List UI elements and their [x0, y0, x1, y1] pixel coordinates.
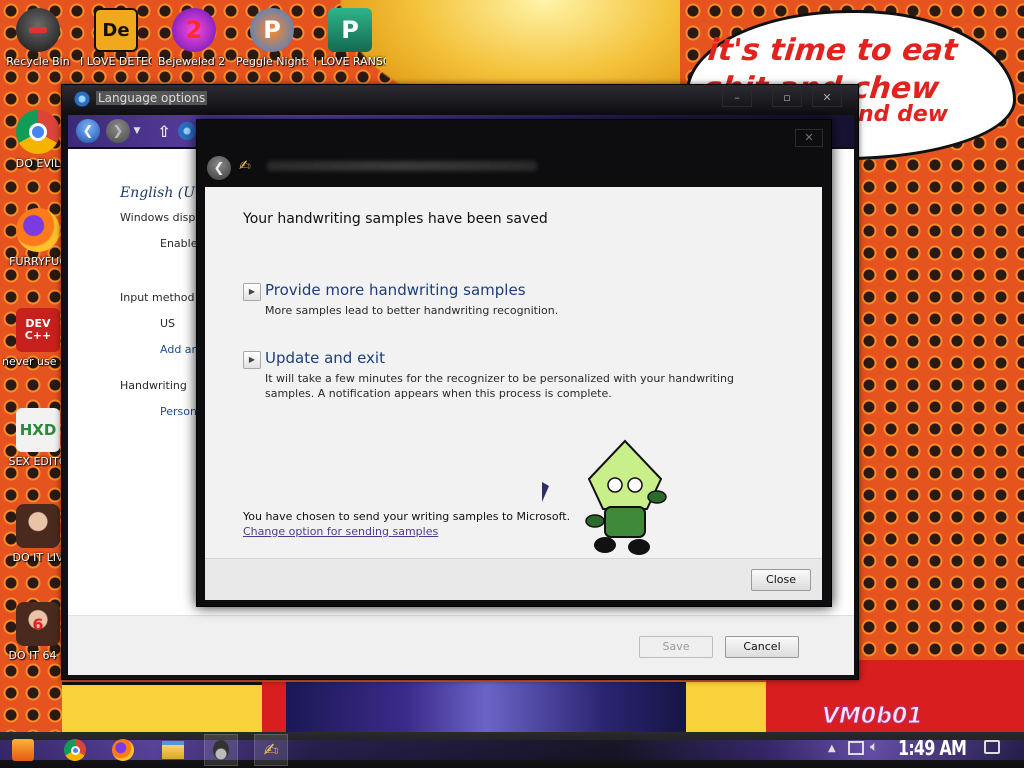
sticker-eye-right — [627, 477, 643, 493]
option-description: It will take a few minutes for the recog… — [265, 372, 734, 400]
bejeweled-icon: 2 — [172, 8, 216, 52]
clock[interactable]: 1:49 AM — [898, 736, 967, 760]
taskbar: ✍ ▲ 🔈︎ 1:49 AM — [0, 732, 1024, 768]
dialog-close-button[interactable]: ✕ — [795, 129, 823, 147]
back-arrow-icon[interactable]: ❮ — [207, 156, 231, 180]
detective-game-icon: De — [94, 8, 138, 52]
chrome-icon — [16, 110, 60, 154]
desktop-icon-label: I LOVE DETECTING — [80, 55, 152, 68]
recycle-bin-icon — [16, 8, 60, 52]
windows-display-label: Windows displ — [120, 211, 199, 224]
play-arrow-icon[interactable]: ▶ — [243, 283, 261, 301]
send-samples-text: You have chosen to send your writing sam… — [243, 510, 571, 523]
start-icon[interactable] — [6, 734, 40, 766]
network-icon[interactable] — [848, 741, 864, 755]
firefox-icon — [16, 208, 60, 252]
dialog-heading: Your handwriting samples have been saved — [243, 211, 548, 227]
desktop-icon-label: Recycle Bin — [6, 55, 70, 68]
wallpaper-blue-scene — [286, 682, 686, 732]
minimize-button[interactable]: – — [722, 89, 752, 107]
sticker-foot-left — [594, 537, 616, 553]
window-footer: Save Cancel — [68, 615, 854, 675]
peridot-sticker — [585, 439, 667, 555]
wallpaper-red-strip — [262, 682, 286, 732]
explorer-icon[interactable] — [156, 734, 190, 766]
handwriting-dialog: ✕ ❮ ✍ Your handwriting samples have been… — [196, 119, 832, 607]
input-method-value: US — [160, 317, 176, 330]
devcpp-icon: DEV C++ — [16, 308, 60, 352]
close-button[interactable]: ✕ — [812, 89, 842, 107]
desktop-icon-label: Bejeweled 2 Deluxe — [158, 55, 230, 68]
language-app-icon — [74, 91, 90, 107]
dialog-content: Your handwriting samples have been saved… — [205, 187, 822, 558]
desktop-icon-bejeweled[interactable]: 2 Bejeweled 2 Deluxe — [158, 8, 230, 68]
personalize-handwriting-link[interactable]: Person — [160, 405, 197, 418]
desktop-icon-label: I LOVE RANSOMWARE — [314, 55, 386, 68]
chrome-icon[interactable] — [58, 734, 92, 766]
option-title[interactable]: Provide more handwriting samples — [265, 281, 526, 299]
handwriting-pen-icon: ✍ — [239, 158, 251, 174]
option-description: More samples lead to better handwriting … — [265, 304, 559, 317]
close-button[interactable]: Close — [751, 569, 811, 591]
dialog-footer: Close — [205, 558, 822, 600]
show-hidden-icons-icon[interactable]: ▲ — [828, 743, 836, 754]
change-sending-option-link[interactable]: Change option for sending samples — [243, 525, 438, 538]
desktop-icon-i-love-detecting[interactable]: De I LOVE DETECTING — [80, 8, 152, 68]
sticker-body — [604, 506, 646, 538]
notifications-icon[interactable] — [984, 740, 1000, 754]
wallpaper-yellow-panel — [62, 682, 262, 732]
desktop-icon-label: Peggle Nights Deluxe — [236, 55, 308, 68]
recent-pages-icon[interactable]: ▼ — [130, 119, 144, 143]
hxd-icon: HXD — [16, 408, 60, 452]
sticker-foot-right — [628, 539, 650, 555]
control-panel-icon — [178, 122, 196, 140]
maximize-button[interactable]: ▫ — [772, 89, 802, 107]
language-heading: English (Un — [120, 185, 205, 201]
handwriting-label: Handwriting — [120, 379, 187, 392]
publisher-icon: P — [328, 8, 372, 52]
input-method-label: Input method — [120, 291, 195, 304]
title-bar[interactable]: Language options – ▫ ✕ — [62, 85, 858, 113]
desktop-icon-recycle-bin[interactable]: Recycle Bin — [2, 8, 74, 68]
back-arrow-icon[interactable]: ❮ — [76, 119, 100, 143]
up-arrow-icon[interactable]: ⇧ — [152, 119, 176, 143]
desktop-icon-peggle[interactable]: P Peggle Nights Deluxe — [236, 8, 308, 68]
save-button[interactable]: Save — [639, 636, 713, 658]
wallpaper-watermark: VM0b01 — [822, 704, 924, 730]
handwriting-app-icon[interactable]: ✍ — [254, 734, 288, 766]
blurred-dialog-title — [267, 161, 537, 171]
portrait-icon: 6 — [16, 602, 60, 646]
window-title: Language options — [96, 91, 208, 105]
volume-icon[interactable]: 🔈︎ — [870, 739, 878, 755]
sticker-hand-left — [585, 514, 605, 528]
sticker-hand-right — [647, 490, 667, 504]
sticker-eye-left — [607, 477, 623, 493]
guitar-app-icon[interactable] — [204, 734, 238, 766]
firefox-icon[interactable] — [106, 734, 140, 766]
wallpaper-bubble-text-2: nd dew — [858, 102, 949, 127]
option-title[interactable]: Update and exit — [265, 349, 385, 367]
desktop-icon-ransomware[interactable]: P I LOVE RANSOMWARE — [314, 8, 386, 68]
wallpaper-yellow-panel-2 — [686, 682, 766, 732]
add-input-method-link[interactable]: Add an — [160, 343, 199, 356]
portrait-icon — [16, 504, 60, 548]
cancel-button[interactable]: Cancel — [725, 636, 799, 658]
forward-arrow-icon[interactable]: ❯ — [106, 119, 130, 143]
peggle-icon: P — [250, 8, 294, 52]
play-arrow-icon[interactable]: ▶ — [243, 351, 261, 369]
